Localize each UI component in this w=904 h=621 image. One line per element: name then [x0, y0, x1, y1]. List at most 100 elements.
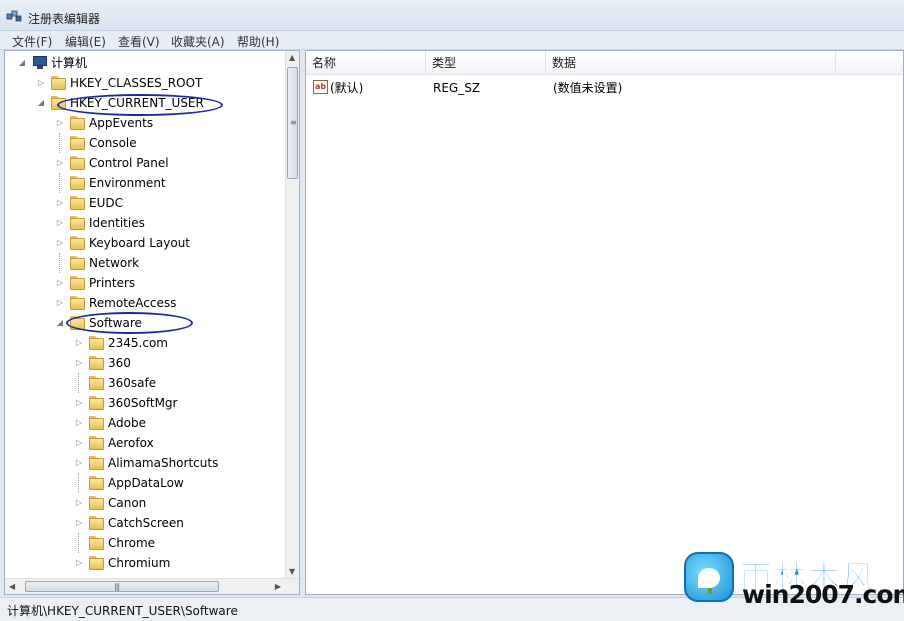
tree-item-360[interactable]: ▷ 360 — [5, 353, 275, 373]
scroll-down-arrow-icon[interactable]: ▼ — [289, 567, 295, 576]
tree-horizontal-scrollbar[interactable]: ◀ ||| ▶ — [5, 578, 299, 594]
window-title: 注册表编辑器 — [28, 12, 101, 26]
tree-item-printers[interactable]: ▷ Printers — [5, 273, 275, 293]
tree-item-control-panel[interactable]: ▷ Control Panel — [5, 153, 275, 173]
tree-item-hkey-current-user[interactable]: ◢ HKEY_CURRENT_USER — [5, 93, 275, 113]
tree-item-label: 360safe — [108, 376, 157, 390]
value-type: REG_SZ — [433, 81, 481, 95]
expand-arrow-icon[interactable]: ▷ — [74, 553, 84, 573]
tree-item-label: 360 — [108, 356, 131, 370]
tree-item-2345-com[interactable]: ▷ 2345.com — [5, 333, 275, 353]
scroll-up-arrow-icon[interactable]: ▲ — [289, 53, 295, 62]
folder-icon — [89, 396, 104, 410]
folder-icon — [70, 156, 85, 170]
menu-view[interactable]: 查看(V) — [118, 33, 160, 50]
expand-arrow-icon[interactable]: ▷ — [55, 293, 65, 313]
tree-item-label: Keyboard Layout — [89, 236, 191, 250]
tree-connector — [78, 373, 79, 393]
computer-icon — [33, 56, 48, 69]
tree-item-chrome[interactable]: Chrome — [5, 533, 275, 553]
expand-arrow-icon[interactable]: ▷ — [74, 493, 84, 513]
tree-item-label: 2345.com — [108, 336, 168, 350]
expand-arrow-icon[interactable]: ▷ — [74, 353, 84, 373]
expand-arrow-icon[interactable]: ▷ — [74, 513, 84, 533]
tree-item-aerofox[interactable]: ▷ Aerofox — [5, 433, 275, 453]
folder-icon — [89, 336, 104, 350]
tree-item-360safe[interactable]: 360safe — [5, 373, 275, 393]
key-tree-pane[interactable]: ◢ 计算机 ▷ HKEY_CLASSES_ROOT ◢ HKEY_CURRENT_US… — [4, 50, 300, 595]
tree-item-label: AlimamaShortcuts — [108, 456, 219, 470]
folder-icon — [70, 256, 85, 270]
tree-item-adobe[interactable]: ▷ Adobe — [5, 413, 275, 433]
expand-arrow-icon[interactable]: ▷ — [74, 393, 84, 413]
value-data: (数值未设置) — [553, 81, 623, 95]
menu-file[interactable]: 文件(F) — [12, 33, 52, 50]
grip-icon: ≡ — [290, 118, 297, 127]
tree-vertical-scrollbar[interactable]: ▲ ≡ ▼ — [285, 51, 299, 578]
scroll-left-arrow-icon[interactable]: ◀ — [9, 582, 15, 591]
folder-icon — [89, 416, 104, 430]
tree-item-chromium[interactable]: ▷ Chromium — [5, 553, 275, 573]
scroll-thumb[interactable]: ≡ — [287, 67, 298, 179]
tree-item-label: AppDataLow — [108, 476, 184, 490]
status-path: 计算机\HKEY_CURRENT_USER\Software — [7, 604, 238, 618]
collapse-arrow-icon[interactable]: ◢ — [36, 93, 46, 113]
tree-item-network[interactable]: Network — [5, 253, 275, 273]
expand-arrow-icon[interactable]: ▷ — [55, 193, 65, 213]
tree-item-alimamashortcuts[interactable]: ▷ AlimamaShortcuts — [5, 453, 275, 473]
folder-icon — [70, 196, 85, 210]
scroll-thumb-horizontal[interactable]: ||| — [25, 581, 219, 592]
menu-favorites[interactable]: 收藏夹(A) — [171, 33, 225, 50]
folder-icon — [70, 296, 85, 310]
tree-item-keyboard-layout[interactable]: ▷ Keyboard Layout — [5, 233, 275, 253]
tree-item-remoteaccess[interactable]: ▷ RemoteAccess — [5, 293, 275, 313]
tree-item-appevents[interactable]: ▷ AppEvents — [5, 113, 275, 133]
tree-item-label: Aerofox — [108, 436, 154, 450]
tree-item-computer[interactable]: ◢ 计算机 — [5, 53, 275, 73]
expand-arrow-icon[interactable]: ▷ — [74, 333, 84, 353]
watermark-site: win2007.com — [742, 580, 904, 609]
expand-arrow-icon[interactable]: ▷ — [74, 453, 84, 473]
column-header-data[interactable]: 数据 — [546, 51, 836, 75]
folder-icon — [89, 556, 104, 570]
tree-item-360softmgr[interactable]: ▷ 360SoftMgr — [5, 393, 275, 413]
tree-connector — [59, 253, 60, 273]
tree-item-catchscreen[interactable]: ▷ CatchScreen — [5, 513, 275, 533]
column-header-type[interactable]: 类型 — [426, 51, 546, 75]
value-name: (默认) — [330, 81, 364, 95]
tree-item-label: Adobe — [108, 416, 146, 430]
expand-arrow-icon[interactable]: ▷ — [74, 433, 84, 453]
tree-item-label: Identities — [89, 216, 145, 230]
folder-icon — [89, 456, 104, 470]
column-header-name[interactable]: 名称 — [306, 51, 426, 75]
folder-icon — [89, 376, 104, 390]
tree-item-label: Console — [89, 136, 137, 150]
expand-arrow-icon[interactable]: ▷ — [55, 113, 65, 133]
tree-item-label: EUDC — [89, 196, 123, 210]
folder-icon — [51, 76, 66, 90]
tree-item-hkey-classes-root[interactable]: ▷ HKEY_CLASSES_ROOT — [5, 73, 275, 93]
collapse-arrow-icon[interactable]: ◢ — [55, 313, 65, 333]
scroll-right-arrow-icon[interactable]: ▶ — [275, 582, 281, 591]
tree-connector — [59, 173, 60, 193]
menu-help[interactable]: 帮助(H) — [237, 33, 279, 50]
menu-edit[interactable]: 编辑(E) — [65, 33, 106, 50]
tree-item-software[interactable]: ◢ Software — [5, 313, 275, 333]
watermark-logo-icon — [684, 552, 734, 602]
expand-arrow-icon[interactable]: ▷ — [55, 213, 65, 233]
expand-arrow-icon[interactable]: ▷ — [55, 153, 65, 173]
expand-arrow-icon[interactable]: ▷ — [55, 233, 65, 253]
tree-item-appdatalow[interactable]: AppDataLow — [5, 473, 275, 493]
expand-arrow-icon[interactable]: ▷ — [55, 273, 65, 293]
collapse-arrow-icon[interactable]: ◢ — [17, 53, 27, 73]
tree-item-eudc[interactable]: ▷ EUDC — [5, 193, 275, 213]
expand-arrow-icon[interactable]: ▷ — [36, 73, 46, 93]
tree-item-environment[interactable]: Environment — [5, 173, 275, 193]
values-list-pane[interactable]: 名称 类型 数据 ab (默认) REG_SZ (数值未设置) — [305, 50, 904, 595]
folder-icon — [70, 116, 85, 130]
tree-item-identities[interactable]: ▷ Identities — [5, 213, 275, 233]
tree-item-label: AppEvents — [89, 116, 154, 130]
tree-item-console[interactable]: Console — [5, 133, 275, 153]
tree-item-canon[interactable]: ▷ Canon — [5, 493, 275, 513]
expand-arrow-icon[interactable]: ▷ — [74, 413, 84, 433]
